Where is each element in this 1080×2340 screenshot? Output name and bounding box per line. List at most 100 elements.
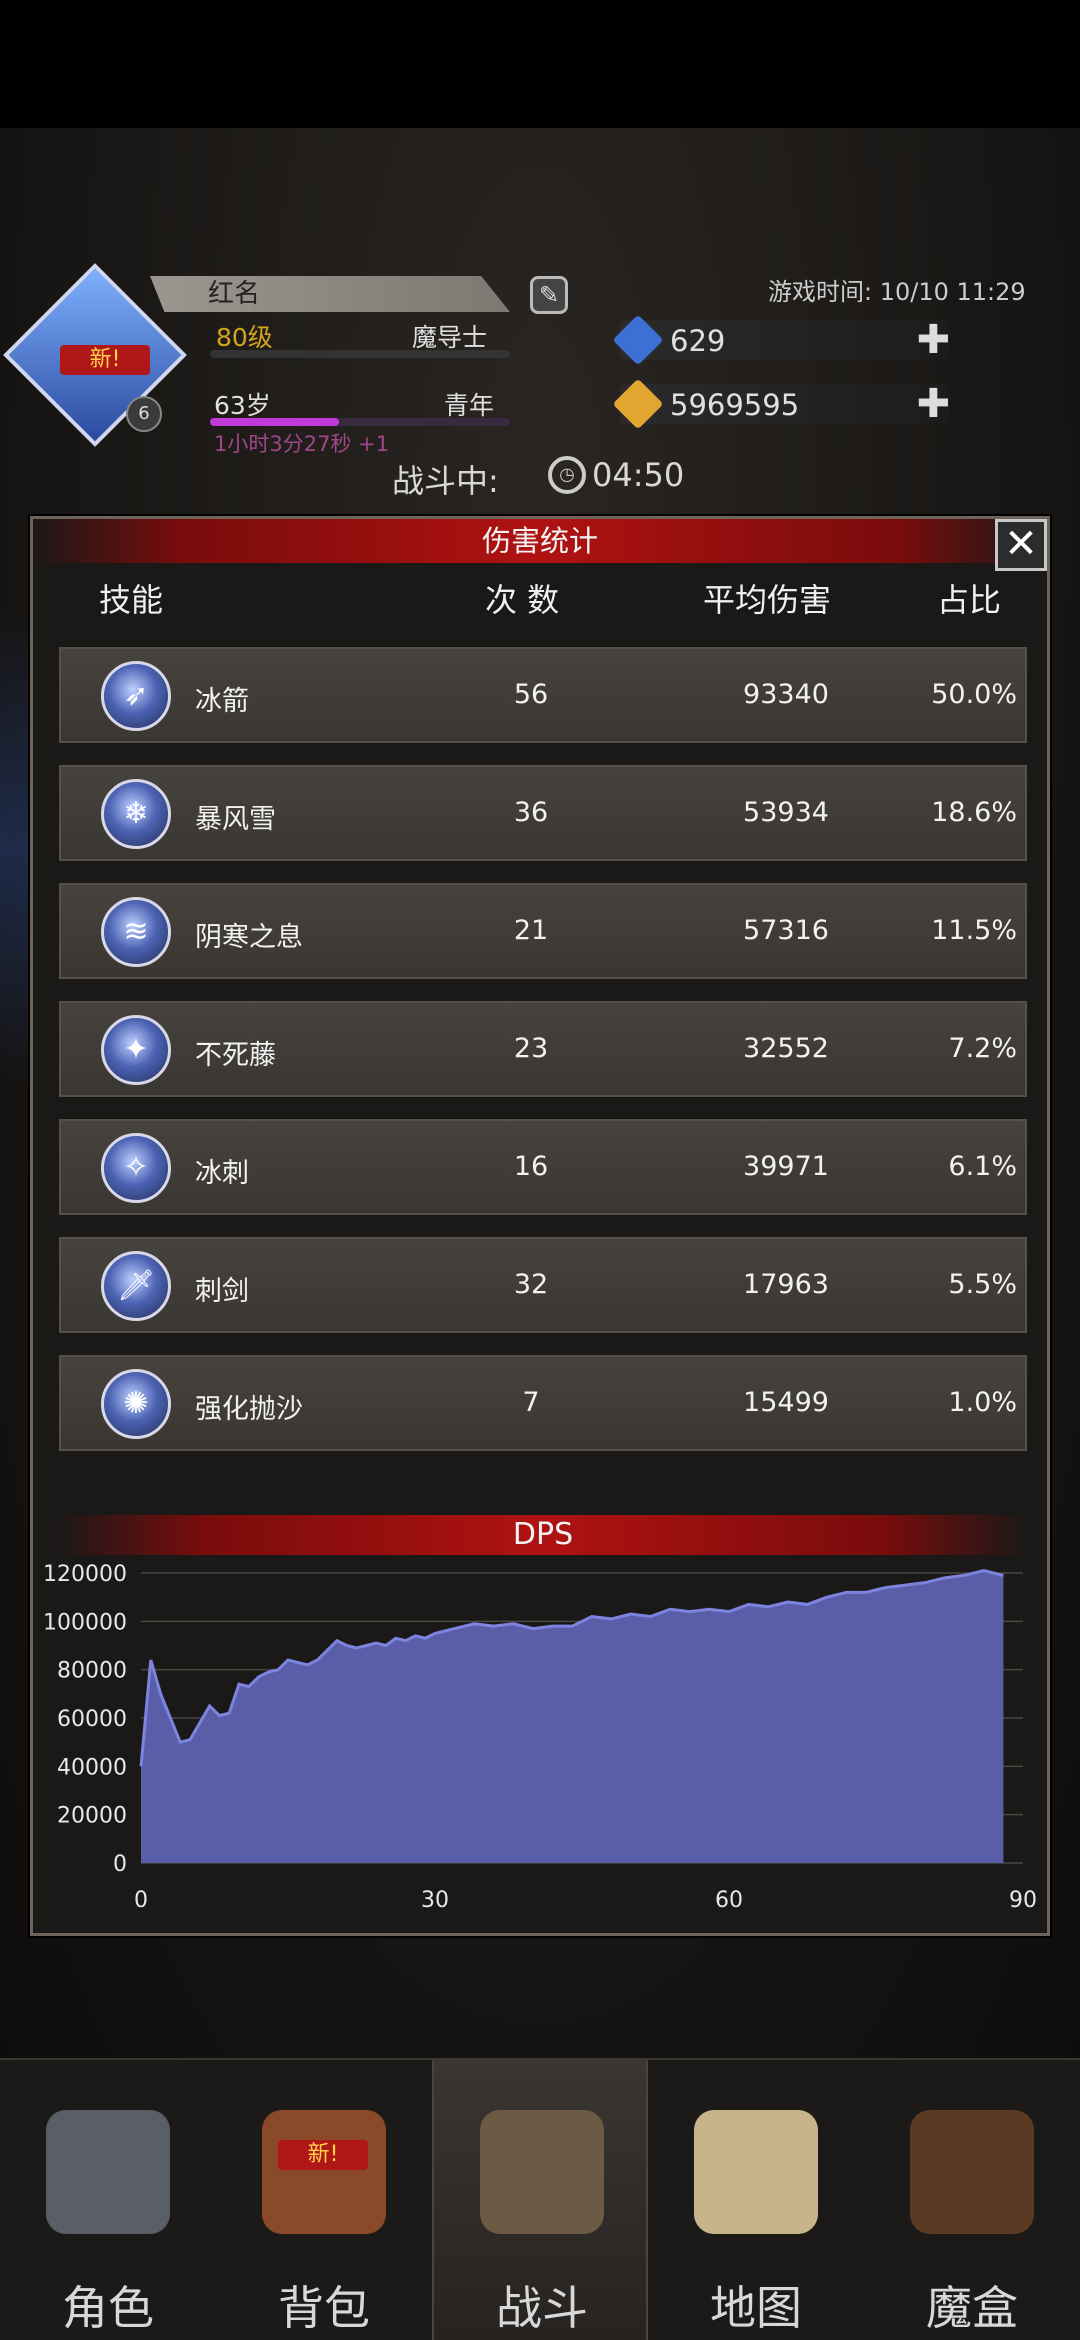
character-class: 魔导士 [412, 323, 488, 352]
skill-count: 21 [513, 915, 549, 946]
skill-ratio: 1.0% [948, 1387, 1017, 1418]
y-tick-label: 100000 [43, 1610, 127, 1635]
skill-name: 不死藤 [195, 1040, 276, 1071]
skill-avg-damage: 17963 [743, 1269, 829, 1300]
nav-tab-label: 战斗 [496, 2281, 588, 2335]
frost-breath-icon: ≋ [101, 897, 171, 967]
battle-status-label: 战斗中: [392, 462, 499, 500]
y-tick-label: 40000 [57, 1755, 127, 1780]
x-tick-label: 0 [134, 1888, 148, 1913]
emblem-level-badge: 6 [126, 396, 162, 432]
skill-count: 16 [513, 1151, 549, 1182]
y-tick-label: 80000 [57, 1659, 127, 1684]
status-bar [0, 0, 1080, 128]
column-header-ratio: 占比 [937, 581, 1002, 619]
new-badge: 新! [278, 2140, 368, 2170]
nav-tab[interactable]: 角色 [0, 2060, 216, 2340]
age-timer: 1小时3分27秒 +1 [214, 432, 390, 456]
skill-avg-damage: 32552 [743, 1033, 829, 1064]
magic-box-icon [910, 2110, 1034, 2234]
x-tick-label: 60 [715, 1888, 743, 1913]
skill-name: 强化抛沙 [195, 1394, 303, 1425]
y-tick-label: 60000 [57, 1707, 127, 1732]
undead-vine-icon: ✦ [101, 1015, 171, 1085]
table-row: ✺ 强化抛沙 7 15499 1.0% [59, 1355, 1027, 1451]
skill-count: 56 [513, 679, 549, 710]
y-tick-label: 0 [113, 1852, 127, 1877]
ice-arrow-icon: ➶ [101, 661, 171, 731]
table-row: ➶ 冰箭 56 93340 50.0% [59, 647, 1027, 743]
stopwatch-icon: ◷ [548, 456, 586, 494]
table-row: ≋ 阴寒之息 21 57316 11.5% [59, 883, 1027, 979]
nav-tab-label: 角色 [62, 2281, 154, 2335]
add-gem-button[interactable]: ✚ [916, 317, 950, 363]
skill-avg-damage: 15499 [743, 1387, 829, 1418]
nav-tab-label: 背包 [278, 2281, 370, 2335]
skill-ratio: 50.0% [931, 679, 1017, 710]
nav-tab[interactable]: 地图 [648, 2060, 864, 2340]
character-age: 63岁 [214, 391, 271, 420]
skill-ratio: 11.5% [931, 915, 1017, 946]
y-tick-label: 120000 [43, 1562, 127, 1587]
new-badge: 新! [60, 345, 150, 375]
table-row: ✧ 冰刺 16 39971 6.1% [59, 1119, 1027, 1215]
skill-count: 7 [522, 1387, 540, 1418]
damage-stats-panel: 伤害统计 ✕ 技能 次 数 平均伤害 占比 ➶ 冰箭 56 93340 50.0% ❄ 暴风… [30, 516, 1050, 1936]
skill-count: 32 [513, 1269, 549, 1300]
nav-tab[interactable]: 新! 背包 [216, 2060, 432, 2340]
x-tick-label: 90 [1009, 1888, 1037, 1913]
column-header-count: 次 数 [485, 581, 560, 619]
nav-tab[interactable]: 战斗 [432, 2060, 648, 2340]
y-tick-label: 20000 [57, 1804, 127, 1829]
x-tick-label: 30 [421, 1888, 449, 1913]
sand-throw-icon: ✺ [101, 1369, 171, 1439]
gem-resource: 629 ✚ [612, 314, 950, 366]
character-level: 80级 [216, 323, 273, 352]
nav-tab[interactable]: 魔盒 [864, 2060, 1080, 2340]
dps-chart: 0 20000 40000 60000 80000 100000 120000 0 30 60 90 [43, 1562, 1037, 1913]
table-row: ✦ 不死藤 23 32552 7.2% [59, 1001, 1027, 1097]
blizzard-icon: ❄ [101, 779, 171, 849]
ice-spike-icon: ✧ [101, 1133, 171, 1203]
panel-title: 伤害统计 [33, 519, 1047, 563]
skill-ratio: 5.5% [948, 1269, 1017, 1300]
gold-count: 5969595 [670, 388, 800, 422]
column-header-skill: 技能 [99, 581, 164, 619]
exp-bar [210, 350, 510, 358]
rapier-icon: 🗡 [101, 1251, 171, 1321]
skill-ratio: 6.1% [948, 1151, 1017, 1182]
bottom-nav: 角色 新! 背包 战斗 地图 魔盒 [0, 2058, 1080, 2340]
skill-count: 23 [513, 1033, 549, 1064]
age-progress-fill [210, 418, 339, 426]
skill-ratio: 18.6% [931, 797, 1017, 828]
dps-title: DPS [59, 1515, 1027, 1555]
helmet-icon [46, 2110, 170, 2234]
skill-avg-damage: 39971 [743, 1151, 829, 1182]
gold-resource: 5969595 ✚ [612, 378, 950, 430]
edit-name-icon[interactable]: ✎ [530, 276, 568, 314]
skill-name: 刺剑 [195, 1276, 249, 1307]
table-row: 🗡 刺剑 32 17963 5.5% [59, 1237, 1027, 1333]
age-progress-bar [210, 418, 510, 426]
skill-ratio: 7.2% [948, 1033, 1017, 1064]
skill-avg-damage: 93340 [743, 679, 829, 710]
backpack-icon [262, 2110, 386, 2234]
game-time: 游戏时间: 10/10 11:29 [768, 278, 1026, 306]
skill-name: 冰箭 [195, 686, 249, 717]
skill-name: 阴寒之息 [195, 922, 303, 953]
add-gold-button[interactable]: ✚ [916, 381, 950, 427]
nav-tab-label: 地图 [710, 2281, 802, 2335]
scroll-map-icon [694, 2110, 818, 2234]
skill-count: 36 [513, 797, 549, 828]
battle-timer: 04:50 [592, 456, 685, 494]
sword-shield-icon [480, 2110, 604, 2234]
close-button[interactable]: ✕ [995, 519, 1047, 571]
skill-avg-damage: 57316 [743, 915, 829, 946]
life-stage: 青年 [444, 391, 495, 420]
table-row: ❄ 暴风雪 36 53934 18.6% [59, 765, 1027, 861]
skill-avg-damage: 53934 [743, 797, 829, 828]
dps-area [141, 1570, 1004, 1863]
character-name: 红名 [150, 276, 510, 312]
nav-tab-label: 魔盒 [926, 2281, 1018, 2335]
skill-name: 暴风雪 [195, 804, 276, 835]
